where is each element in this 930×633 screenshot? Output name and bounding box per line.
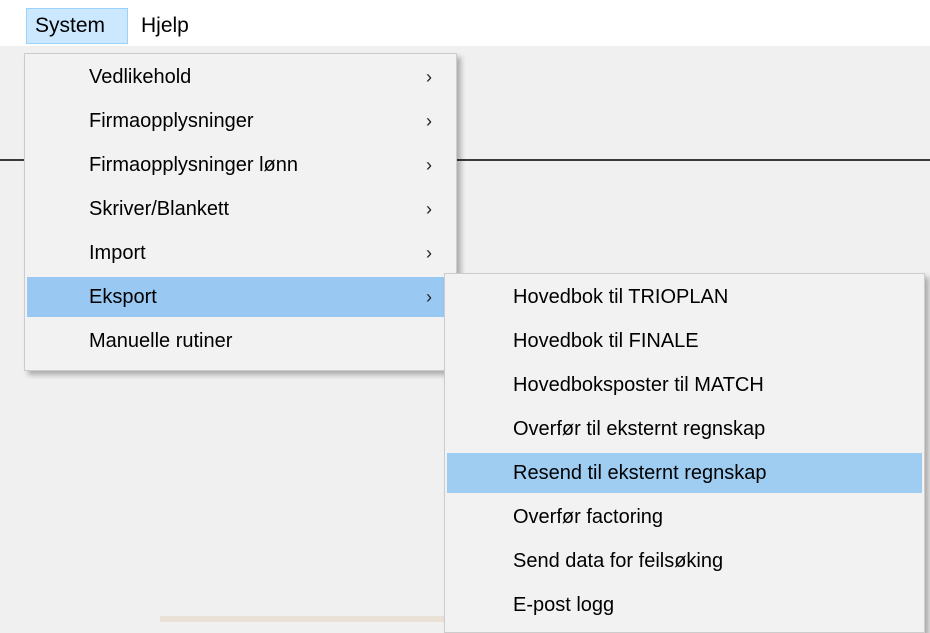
menu-item-import[interactable]: Import › [27,233,454,273]
menu-item-hovedbok-finale[interactable]: Hovedbok til FINALE [447,321,922,361]
menu-item-vedlikehold[interactable]: Vedlikehold › [27,57,454,97]
menu-item-label: Hovedbok til FINALE [513,330,699,352]
menu-item-label: Import [89,242,146,264]
menu-item-label: E-post logg [513,594,615,616]
chevron-right-icon: › [426,67,432,87]
chevron-right-icon: › [426,287,432,307]
system-menu: Vedlikehold › Firmaopplysninger › Firmao… [24,53,457,371]
menu-item-hovedbok-trioplan[interactable]: Hovedbok til TRIOPLAN [447,277,922,317]
menu-item-overfor-factoring[interactable]: Overfør factoring [447,497,922,537]
menu-item-send-feilsoking[interactable]: Send data for feilsøking [447,541,922,581]
menu-item-label: Firmaopplysninger lønn [89,154,298,176]
menu-system[interactable]: System [26,8,128,44]
menu-item-label: Send data for feilsøking [513,550,724,572]
menu-item-skriver-blankett[interactable]: Skriver/Blankett › [27,189,454,229]
menu-item-manuelle-rutiner[interactable]: Manuelle rutiner [27,321,454,361]
chevron-right-icon: › [426,199,432,219]
menu-item-label: Vedlikehold [89,66,192,88]
menu-bar: System Hjelp [0,0,930,46]
chevron-right-icon: › [426,155,432,175]
menu-item-label: Hovedboksposter til MATCH [513,374,764,396]
menu-hjelp[interactable]: Hjelp [132,8,212,44]
menu-item-overfor-eksternt[interactable]: Overfør til eksternt regnskap [447,409,922,449]
menu-item-firmaopplysninger[interactable]: Firmaopplysninger › [27,101,454,141]
chevron-right-icon: › [426,111,432,131]
menu-item-firmaopplysninger-lonn[interactable]: Firmaopplysninger lønn › [27,145,454,185]
menu-item-label: Overfør factoring [513,506,664,528]
background-panel [160,616,450,622]
menu-item-eksport[interactable]: Eksport › [27,277,454,317]
menu-item-hovedboksposter-match[interactable]: Hovedboksposter til MATCH [447,365,922,405]
menu-item-label: Skriver/Blankett [89,198,230,220]
menu-item-label: Manuelle rutiner [89,330,233,352]
chevron-right-icon: › [426,243,432,263]
menu-item-resend-eksternt[interactable]: Resend til eksternt regnskap [447,453,922,493]
menu-item-label: Resend til eksternt regnskap [513,462,767,484]
menu-item-label: Eksport [89,286,157,308]
menu-item-label: Overfør til eksternt regnskap [513,418,766,440]
menu-item-label: Hovedbok til TRIOPLAN [513,286,729,308]
eksport-submenu: Hovedbok til TRIOPLAN Hovedbok til FINAL… [444,273,925,633]
menu-item-label: Firmaopplysninger [89,110,254,132]
menu-item-epost-logg[interactable]: E-post logg [447,585,922,625]
